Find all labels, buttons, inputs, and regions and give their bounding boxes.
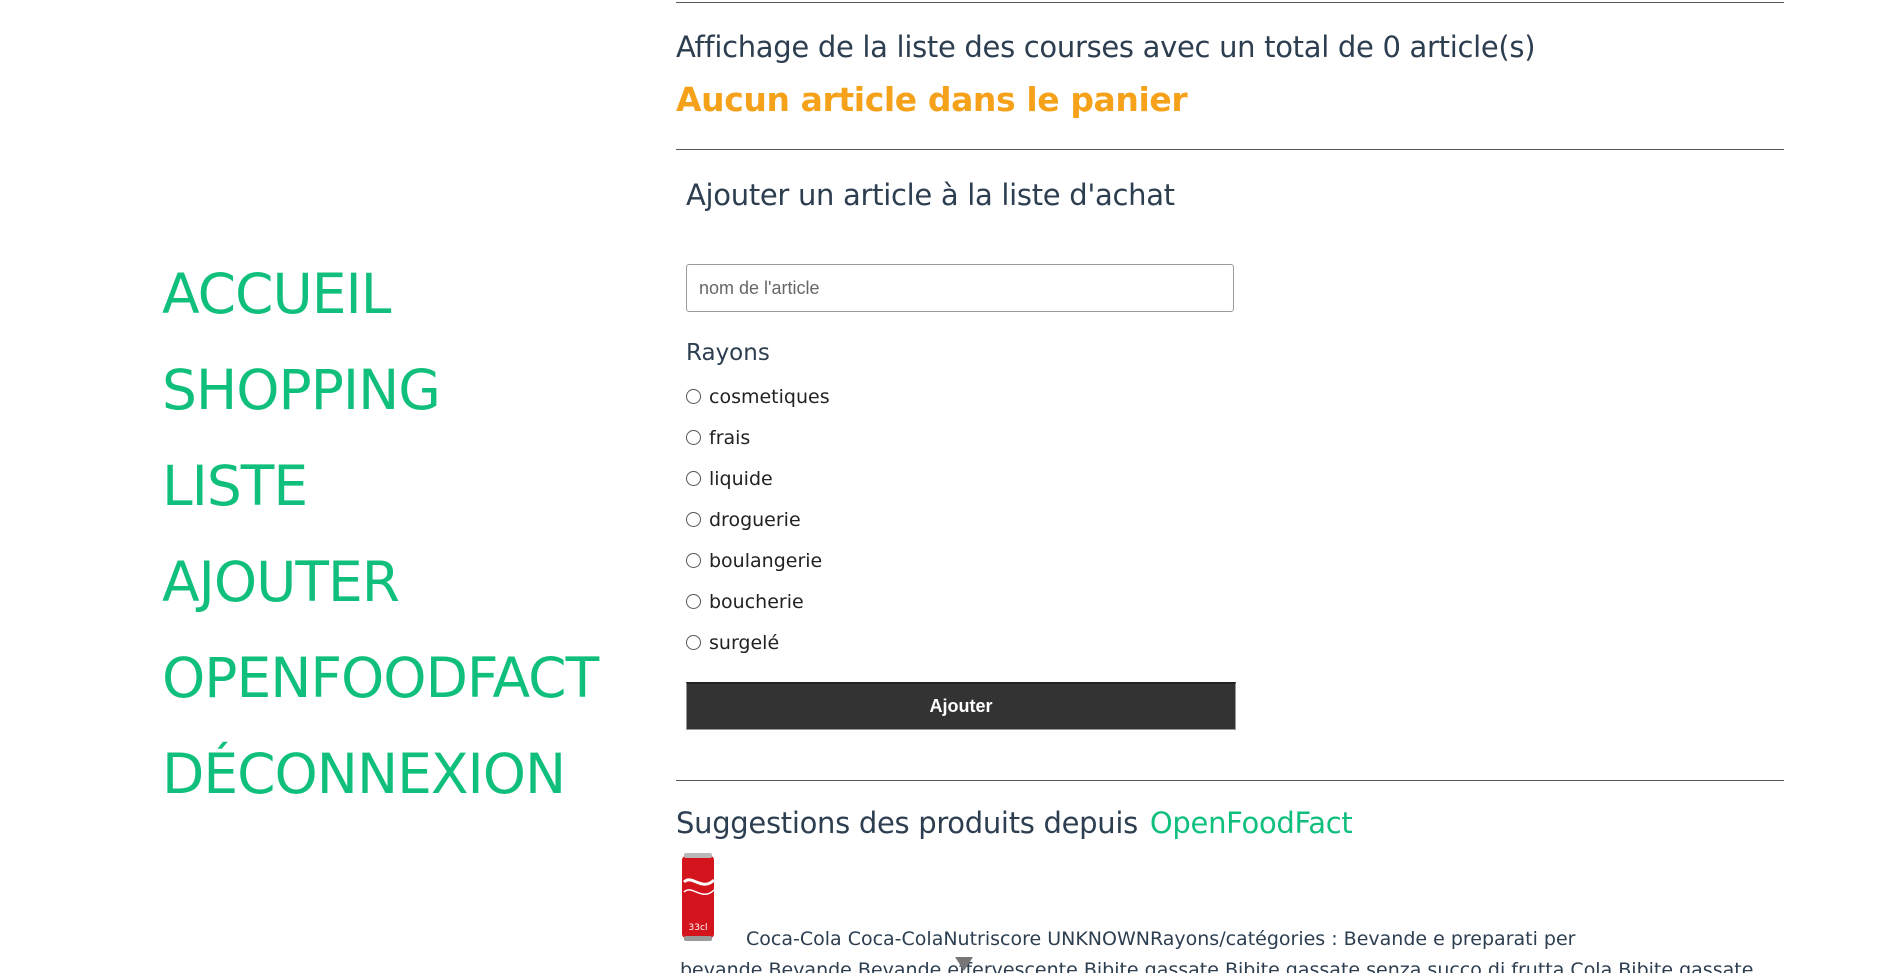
rayon-label: liquide <box>709 467 773 490</box>
article-name-input[interactable] <box>686 264 1234 312</box>
sidebar-nav: ACCUEIL SHOPPING LISTE AJOUTER OPENFOODF… <box>162 262 599 838</box>
openfoodfact-link[interactable]: OpenFoodFact <box>1150 806 1353 840</box>
nav-item-ajouter[interactable]: AJOUTER <box>162 550 598 646</box>
rayon-option-liquide[interactable]: liquide <box>686 458 830 499</box>
rayon-option-surgele[interactable]: surgelé <box>686 622 830 663</box>
add-article-button[interactable]: Ajouter <box>686 682 1236 730</box>
nav-item-liste[interactable]: LISTE <box>162 454 598 550</box>
rayon-option-frais[interactable]: frais <box>686 417 830 458</box>
nav-item-shopping[interactable]: SHOPPING <box>162 358 598 454</box>
empty-cart-message: Aucun article dans le panier <box>676 80 1188 119</box>
rayon-label: cosmetiques <box>709 385 830 408</box>
rayon-label: boucherie <box>709 590 804 613</box>
main-content: Affichage de la liste des courses avec u… <box>676 0 1784 973</box>
divider-cart <box>676 149 1784 150</box>
radio-button-icon[interactable] <box>686 594 701 609</box>
rayon-label: boulangerie <box>709 549 823 572</box>
suggestions-title-text: Suggestions des produits depuis <box>676 806 1138 840</box>
product-description: Coca-Cola Coca-ColaNutriscore UNKNOWNRay… <box>680 928 1754 973</box>
chevron-shape <box>955 957 973 971</box>
radio-button-icon[interactable] <box>686 553 701 568</box>
rayon-label: surgelé <box>709 631 780 654</box>
divider-top <box>676 2 1784 3</box>
rayon-label: droguerie <box>709 508 801 531</box>
rayon-option-droguerie[interactable]: droguerie <box>686 499 830 540</box>
radio-button-icon[interactable] <box>686 512 701 527</box>
divider-form <box>676 780 1784 781</box>
can-lid <box>684 853 712 858</box>
radio-button-icon[interactable] <box>686 471 701 486</box>
page: ACCUEIL SHOPPING LISTE AJOUTER OPENFOODF… <box>0 0 1899 973</box>
form-title: Ajouter un article à la liste d'achat <box>686 178 1175 212</box>
radio-button-icon[interactable] <box>686 389 701 404</box>
nav-item-deconnexion[interactable]: DÉCONNEXION <box>162 742 598 838</box>
rayon-option-boucherie[interactable]: boucherie <box>686 581 830 622</box>
nav-item-openfoodfact[interactable]: OPENFOODFACT <box>162 646 599 742</box>
radio-button-icon[interactable] <box>686 430 701 445</box>
rayon-label: frais <box>709 426 751 449</box>
rayon-option-boulangerie[interactable]: boulangerie <box>686 540 830 581</box>
rayon-option-cosmetiques[interactable]: cosmetiques <box>686 376 830 417</box>
chevron-down-icon[interactable] <box>954 956 974 972</box>
radio-button-icon[interactable] <box>686 635 701 650</box>
suggestions-title: Suggestions des produits depuis OpenFoodF… <box>676 806 1353 840</box>
cart-summary: Affichage de la liste des courses avec u… <box>676 30 1536 64</box>
rayons-label: Rayons <box>686 340 770 366</box>
nav-item-accueil[interactable]: ACCUEIL <box>162 262 598 358</box>
rayons-radio-group: cosmetiques frais liquide droguerie boul… <box>686 376 830 663</box>
